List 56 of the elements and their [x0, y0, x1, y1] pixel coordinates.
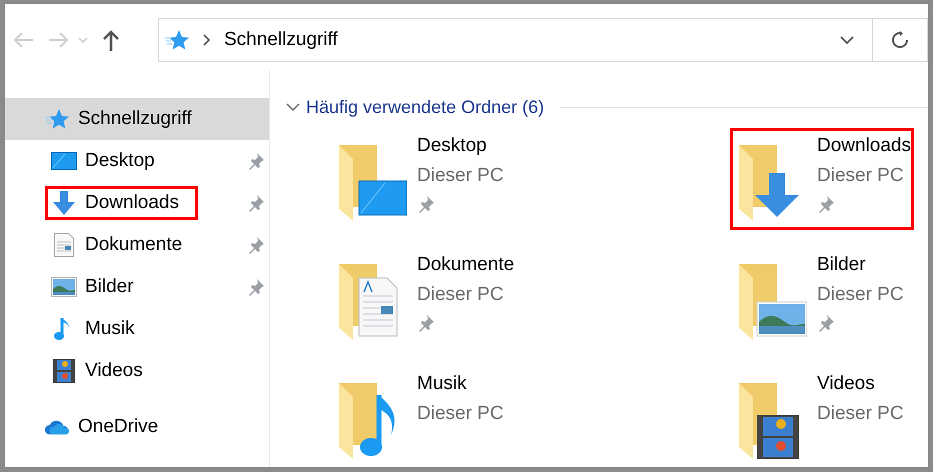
folder-tile[interactable]: Downloads Dieser PC [730, 128, 914, 230]
sidebar-label: Schnellzugriff [78, 108, 192, 130]
chevron-down-icon[interactable] [840, 36, 854, 44]
folder-name: Bilder [817, 254, 867, 276]
folder-tile[interactable]: Musik Dieser PC [330, 366, 507, 467]
up-arrow-icon[interactable] [102, 29, 120, 51]
sidebar-item[interactable]: Musik [5, 308, 269, 350]
folder-tile[interactable]: Bilder Dieser PC [730, 247, 907, 349]
sidebar-label: Desktop [85, 150, 155, 172]
sidebar-label: Videos [85, 360, 143, 382]
pin-icon[interactable] [247, 194, 265, 212]
chevron-right-icon [203, 34, 210, 46]
sidebar-label: Downloads [85, 192, 179, 214]
monitor-icon [51, 152, 77, 170]
folder-name: Videos [817, 373, 876, 395]
folder-picture-icon [737, 262, 807, 342]
refresh-button[interactable] [872, 18, 928, 62]
pin-icon[interactable] [247, 152, 265, 170]
picture-icon [51, 277, 77, 297]
section-title[interactable]: Häufig verwendete Ordner (6) [306, 96, 544, 118]
refresh-icon [891, 31, 909, 49]
sidebar-item[interactable]: Downloads [5, 182, 269, 224]
sidebar-label: Bilder [85, 276, 134, 298]
folder-name: Downloads [817, 135, 911, 157]
film-strip-icon [51, 359, 77, 383]
folder-location: Dieser PC [817, 403, 904, 425]
folder-location: Dieser PC [417, 403, 504, 425]
folder-tile[interactable]: Desktop Dieser PC [330, 128, 507, 230]
star-icon [165, 29, 189, 51]
folder-location: Dieser PC [817, 165, 905, 187]
star-icon [44, 108, 70, 130]
sidebar-item[interactable]: Desktop [5, 140, 269, 182]
folder-monitor-icon [337, 143, 407, 223]
folder-name: Musik [417, 373, 468, 395]
sidebar-item[interactable]: Bilder [5, 266, 269, 308]
folder-name: Dokumente [417, 254, 514, 276]
sidebar-item[interactable]: Schnellzugriff [5, 98, 269, 140]
address-bar[interactable]: Schnellzugriff [158, 18, 872, 62]
breadcrumb-item[interactable]: Schnellzugriff [224, 29, 338, 51]
sidebar-label: Musik [85, 318, 135, 340]
download-icon [51, 191, 77, 215]
folder-tile[interactable]: Videos Dieser PC [730, 366, 907, 467]
sidebar-label: OneDrive [78, 416, 158, 438]
pin-icon[interactable] [247, 236, 265, 254]
document-icon [51, 233, 77, 257]
pin-icon[interactable] [247, 278, 265, 296]
sidebar-item[interactable]: OneDrive [5, 406, 269, 448]
folder-location: Dieser PC [817, 284, 904, 306]
folder-name: Desktop [417, 135, 488, 157]
folder-tile[interactable]: Dokumente Dieser PC [330, 247, 518, 349]
folder-location: Dieser PC [417, 165, 504, 187]
sidebar-item[interactable]: Dokumente [5, 224, 269, 266]
folder-location: Dieser PC [417, 284, 505, 306]
sidebar-item[interactable]: Videos [5, 350, 269, 392]
sidebar-label: Dokumente [85, 234, 182, 256]
cloud-icon [44, 418, 70, 436]
